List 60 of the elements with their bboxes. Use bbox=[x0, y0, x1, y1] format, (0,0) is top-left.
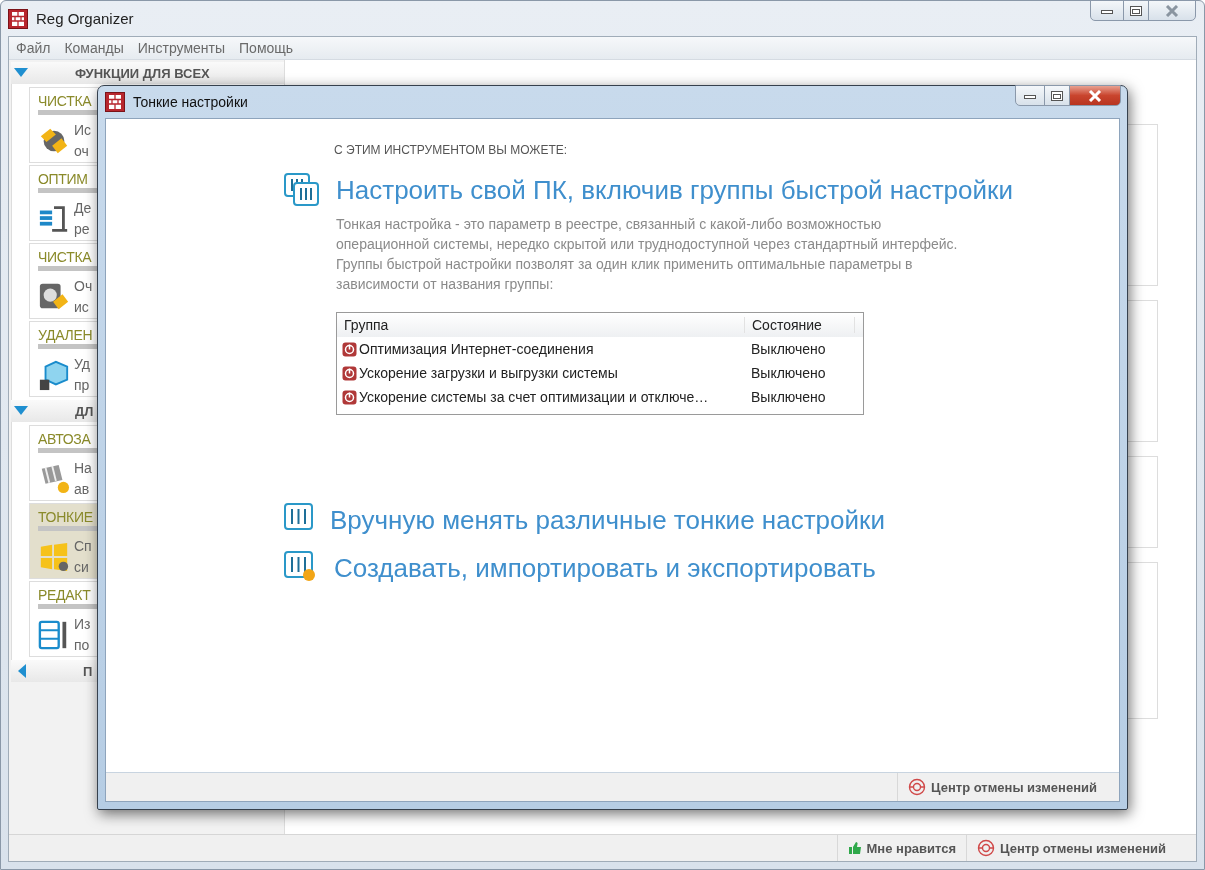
column-header[interactable]: Группа bbox=[337, 317, 745, 333]
dialog-title: Тонкие настройки bbox=[133, 94, 248, 110]
minimize-button[interactable] bbox=[1090, 0, 1124, 21]
maximize-icon bbox=[1130, 5, 1142, 16]
card-description: Уд bbox=[74, 355, 90, 374]
app-icon bbox=[105, 92, 125, 112]
app-icon bbox=[8, 8, 28, 29]
table-cell-text: Выключено bbox=[750, 341, 826, 357]
table-cell: Оптимизация Интернет-соединения bbox=[359, 341, 594, 357]
feature-link[interactable]: Создавать, импортировать и экспортировать bbox=[334, 551, 876, 585]
window-title: Reg Organizer bbox=[36, 10, 134, 27]
table-cell: Ускорение загрузки и выгрузки системы bbox=[359, 365, 618, 381]
card-description: си bbox=[74, 558, 89, 577]
undo-center-icon bbox=[977, 839, 996, 857]
feature-link[interactable]: Вручную менять различные тонкие настройки bbox=[330, 503, 885, 537]
intro-text: С ЭТИМ ИНСТРУМЕНТОМ ВЫ МОЖЕТЕ: bbox=[334, 143, 569, 157]
feature-link[interactable]: Настроить свой ПК, включив группы быстрой настройки bbox=[336, 173, 1013, 207]
clamp-icon bbox=[38, 203, 70, 235]
status-button[interactable]: Мне нравится bbox=[836, 835, 967, 861]
section-title: П bbox=[83, 663, 93, 679]
maximize-icon bbox=[1051, 90, 1063, 101]
minimize-icon bbox=[1024, 92, 1036, 99]
card-description: На bbox=[74, 459, 92, 478]
section-title: ДЛ bbox=[75, 403, 94, 419]
card-description: Из bbox=[74, 615, 91, 634]
close-button[interactable] bbox=[1069, 85, 1121, 106]
card-description: пр bbox=[74, 376, 90, 395]
menu-item[interactable]: Файл bbox=[9, 40, 58, 56]
card-description: по bbox=[74, 636, 90, 655]
close-icon bbox=[1165, 4, 1179, 17]
table-cell-text: Выключено bbox=[750, 389, 826, 405]
card-description: Ис bbox=[74, 121, 92, 140]
windows-icon bbox=[38, 541, 70, 573]
menu-item[interactable]: Инструменты bbox=[130, 40, 233, 56]
status-button[interactable]: Центр отмены изменений bbox=[966, 835, 1176, 861]
column-header[interactable]: Состояние bbox=[745, 317, 855, 333]
card-description: Де bbox=[74, 199, 92, 218]
card-description: ре bbox=[74, 220, 90, 239]
sliders-icon bbox=[284, 503, 314, 531]
card-description: Сп bbox=[74, 537, 92, 556]
menu-item[interactable]: Команды bbox=[57, 40, 131, 56]
maximize-button[interactable] bbox=[1123, 0, 1149, 21]
section-header[interactable]: ФУНКЦИИ ДЛЯ ВСЕХ bbox=[11, 62, 284, 84]
minimize-button[interactable] bbox=[1015, 85, 1045, 106]
card-description: ав bbox=[74, 480, 90, 499]
menu-item[interactable]: Помощь bbox=[232, 40, 301, 56]
close-icon bbox=[1088, 89, 1102, 102]
sliders-icon bbox=[284, 551, 318, 583]
section-title: ФУНКЦИИ ДЛЯ ВСЕХ bbox=[75, 65, 210, 81]
table-cell-text: Выключено bbox=[750, 365, 826, 381]
card-description: ис bbox=[74, 298, 89, 317]
card-description: оч bbox=[74, 142, 89, 161]
feature-description: Тонкая настройка - это параметр в реестре, связанный с какой-либо возможностью операционной системы, нередко скрытой или труднодоступной через стандартный интерфейс. Группы быстрой настройки позволят за один клик применить оптимальные параметры в зависимости от названия группы: bbox=[336, 215, 959, 294]
thumbs-up-icon bbox=[847, 841, 862, 855]
undo-center-icon bbox=[908, 778, 927, 796]
maximize-button[interactable] bbox=[1044, 85, 1070, 106]
sliders-icon bbox=[284, 173, 320, 207]
card-description: Оч bbox=[74, 277, 93, 296]
table-cell: Ускорение системы за счет оптимизации и отключе… bbox=[359, 389, 709, 405]
minimize-icon bbox=[1101, 7, 1113, 14]
